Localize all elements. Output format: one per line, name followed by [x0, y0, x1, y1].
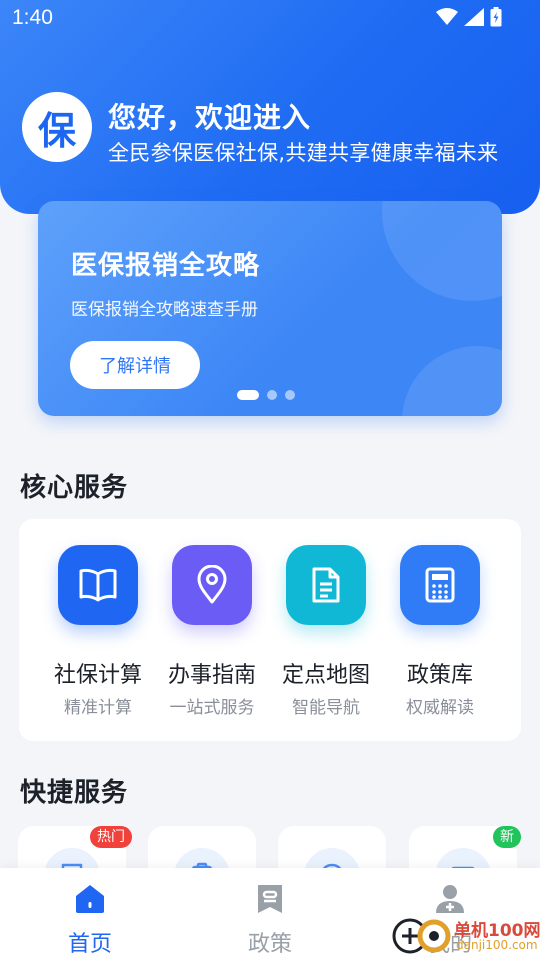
core-services-title: 核心服务 [20, 473, 129, 503]
service-item-guide[interactable]: 办事指南 一站式服务 [152, 545, 272, 718]
status-time: 1:40 [12, 6, 53, 29]
book-icon [58, 545, 138, 625]
service-desc: 智能导航 [292, 698, 360, 718]
watermark-url: danji100.com [456, 938, 538, 952]
service-item-policy-library[interactable]: 政策库 权威解读 [380, 545, 500, 718]
carousel-dot[interactable] [237, 390, 259, 400]
banner-decoration [382, 201, 502, 301]
service-name: 社保计算 [53, 663, 142, 688]
learn-more-button[interactable]: 了解详情 [70, 341, 200, 389]
carousel-indicator[interactable] [237, 390, 295, 400]
service-desc: 权威解读 [406, 698, 474, 718]
watermark-logo [392, 918, 451, 954]
location-pin-icon [172, 545, 252, 625]
carousel-dot[interactable] [285, 390, 295, 400]
banner-subtitle: 医保报销全攻略速查手册 [71, 300, 258, 320]
status-bar: 1:40 [0, 0, 540, 36]
service-desc: 一站式服务 [169, 698, 255, 718]
signal-icon [464, 8, 484, 30]
service-item-map[interactable]: 定点地图 智能导航 [266, 545, 386, 718]
document-icon [286, 545, 366, 625]
app-logo: 保 [22, 92, 92, 162]
home-icon [73, 885, 107, 920]
service-name: 办事指南 [167, 663, 256, 688]
service-item-social-insurance-calc[interactable]: 社保计算 精准计算 [38, 545, 158, 718]
core-services-card: 社保计算 精准计算 办事指南 一站式服务 定点地图 智能导航 政策库 权威解读 [19, 519, 521, 741]
service-desc: 精准计算 [64, 698, 132, 718]
watermark: 单机100网 danji100.com [392, 912, 540, 958]
battery-icon [490, 7, 502, 31]
promo-banner[interactable]: 医保报销全攻略 医保报销全攻略速查手册 了解详情 [38, 201, 502, 416]
hot-badge: 热门 [90, 826, 132, 848]
banner-title: 医保报销全攻略 [71, 251, 261, 281]
nav-item-home[interactable]: 首页 [30, 882, 150, 958]
banner-decoration [402, 346, 502, 416]
nav-label: 政策 [247, 932, 292, 957]
bookmark-icon [253, 885, 287, 920]
service-name: 政策库 [406, 663, 473, 688]
header: 1:40 保 您好，欢迎进入 全民参保医保社保,共建共享健康幸福未来 [0, 0, 540, 214]
status-icons [436, 7, 502, 31]
wifi-icon [436, 8, 458, 30]
calculator-icon [400, 545, 480, 625]
carousel-dot[interactable] [267, 390, 277, 400]
service-name: 定点地图 [281, 663, 370, 688]
quick-services-title: 快捷服务 [20, 778, 129, 808]
welcome-subtitle: 全民参保医保社保,共建共享健康幸福未来 [108, 141, 499, 165]
nav-item-policy[interactable]: 政策 [210, 882, 330, 958]
welcome-title: 您好，欢迎进入 [108, 101, 312, 134]
new-badge: 新 [493, 826, 521, 848]
nav-label: 首页 [67, 932, 112, 957]
